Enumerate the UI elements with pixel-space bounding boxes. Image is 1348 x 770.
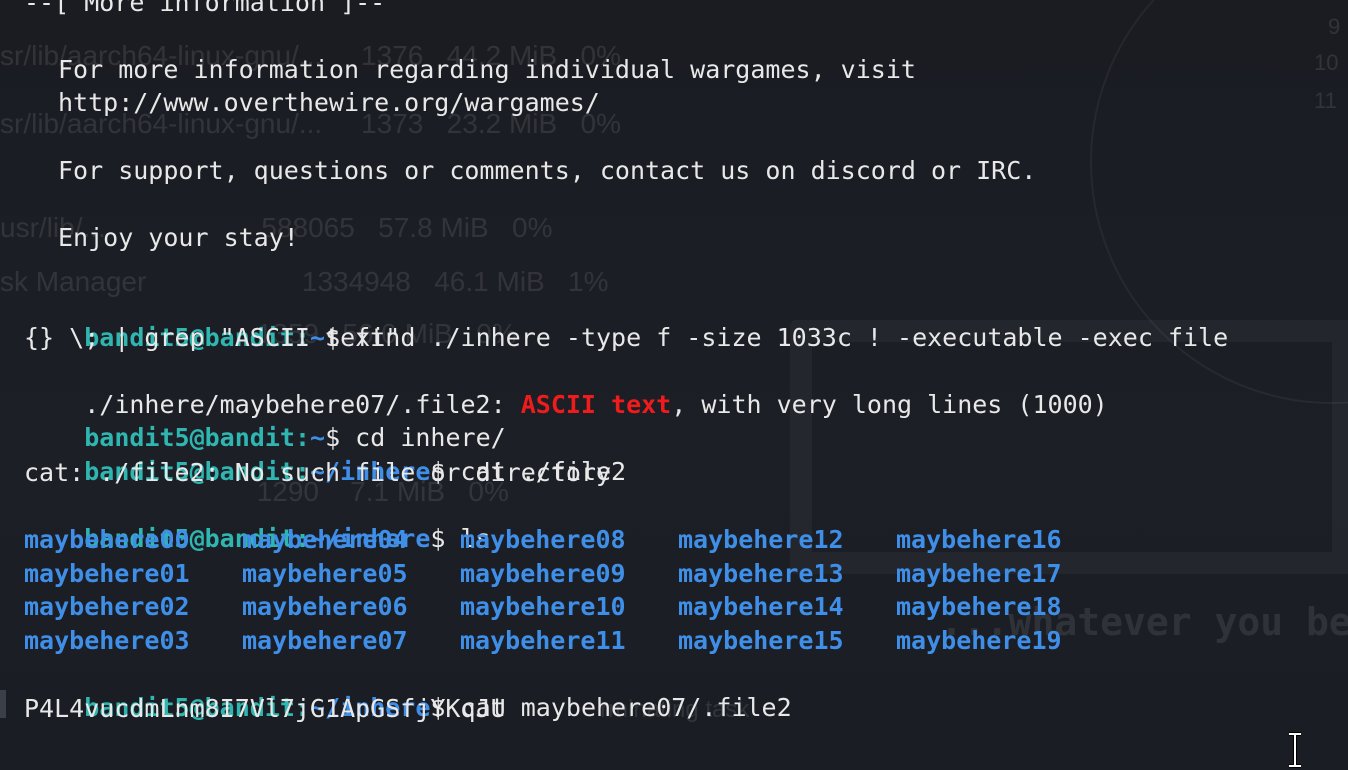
ls-output-grid: maybehere00 maybehere04 maybehere08 mayb… bbox=[24, 523, 1114, 657]
banner-support-line: For support, questions or comments, cont… bbox=[58, 156, 1037, 185]
directory-entry: maybehere14 bbox=[678, 592, 844, 621]
directory-entry: maybehere19 bbox=[896, 625, 1062, 655]
directory-entry: maybehere11 bbox=[460, 625, 626, 655]
command-output: cat: ./file2: No such file or directory bbox=[24, 458, 611, 487]
directory-entry: maybehere16 bbox=[896, 525, 1062, 554]
directory-entry: maybehere04 bbox=[242, 525, 408, 554]
directory-entry: maybehere18 bbox=[896, 592, 1062, 621]
ls-output-row: maybehere02 maybehere06 maybehere10 mayb… bbox=[24, 590, 1114, 624]
window-edge-indicator bbox=[0, 690, 6, 718]
command-text: find ./inhere -type f -size 1033c ! -exe… bbox=[355, 323, 1229, 352]
directory-entry: maybehere00 bbox=[24, 525, 190, 554]
directory-entry: maybehere06 bbox=[242, 592, 408, 621]
directory-entry: maybehere05 bbox=[242, 558, 408, 588]
banner-info-line: For more information regarding individua… bbox=[58, 55, 916, 84]
directory-entry: maybehere15 bbox=[678, 625, 844, 655]
directory-entry: maybehere07 bbox=[242, 625, 408, 655]
directory-entry: maybehere10 bbox=[460, 592, 626, 621]
directory-entry: maybehere12 bbox=[678, 525, 844, 554]
command-text: cat maybehere07/.file2 bbox=[460, 693, 792, 722]
directory-entry: maybehere03 bbox=[24, 625, 190, 655]
banner-url-line: http://www.overthewire.org/wargames/ bbox=[58, 88, 600, 117]
terminal-window[interactable]: sr/lib/aarch64-linux-gnu/... 1376 44.2 M… bbox=[0, 0, 1348, 770]
ls-output-row: maybehere03 maybehere07 maybehere11 mayb… bbox=[24, 624, 1114, 658]
command-continuation: {} \; | grep "ASCII text" bbox=[24, 323, 401, 352]
directory-entry: maybehere08 bbox=[460, 525, 626, 554]
directory-entry: maybehere02 bbox=[24, 592, 190, 621]
ls-output-row: maybehere00 maybehere04 maybehere08 mayb… bbox=[24, 523, 1114, 557]
output-suffix: , with very long lines (1000) bbox=[671, 390, 1108, 419]
ls-output-row: maybehere01 maybehere05 maybehere09 mayb… bbox=[24, 557, 1114, 591]
directory-entry: maybehere17 bbox=[896, 558, 1062, 588]
directory-entry: maybehere09 bbox=[460, 558, 626, 588]
password-output: P4L4vucdmLnm8I7Vl7jG1ApGSfjYKqJU bbox=[24, 694, 506, 723]
banner-enjoy-line: Enjoy your stay! bbox=[58, 223, 299, 252]
grep-match-highlight: ASCII text bbox=[520, 390, 672, 419]
directory-entry: maybehere01 bbox=[24, 558, 190, 588]
directory-entry: maybehere13 bbox=[678, 558, 844, 588]
banner-header: --[ More information ]-- bbox=[24, 0, 386, 17]
text-cursor-icon bbox=[1289, 732, 1301, 768]
